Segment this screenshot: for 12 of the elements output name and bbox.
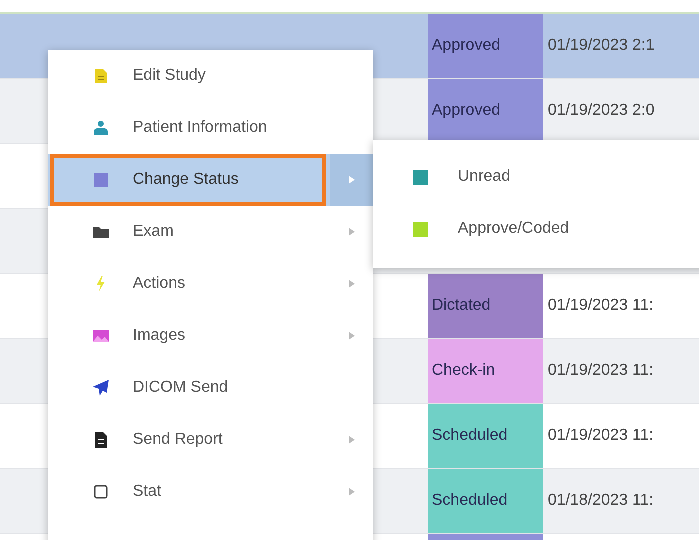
status-cell: Check-in (428, 339, 543, 403)
status-cell: Dictated (428, 274, 543, 338)
status-cell: Scheduled (428, 469, 543, 533)
date-cell: 01/18/2023 11: (548, 492, 654, 510)
date-cell: 01/19/2023 11: (548, 297, 654, 315)
date-cell: 01/19/2023 11: (548, 362, 654, 380)
date-cell: 01/19/2023 2:1 (548, 37, 655, 55)
date-cell: 01/19/2023 11: (548, 427, 654, 445)
status-cell: Approved (428, 14, 543, 78)
date-cell: 01/19/2023 2:0 (548, 102, 655, 120)
status-cell: Approved (428, 79, 543, 143)
status-cell: Scheduled (428, 404, 543, 468)
